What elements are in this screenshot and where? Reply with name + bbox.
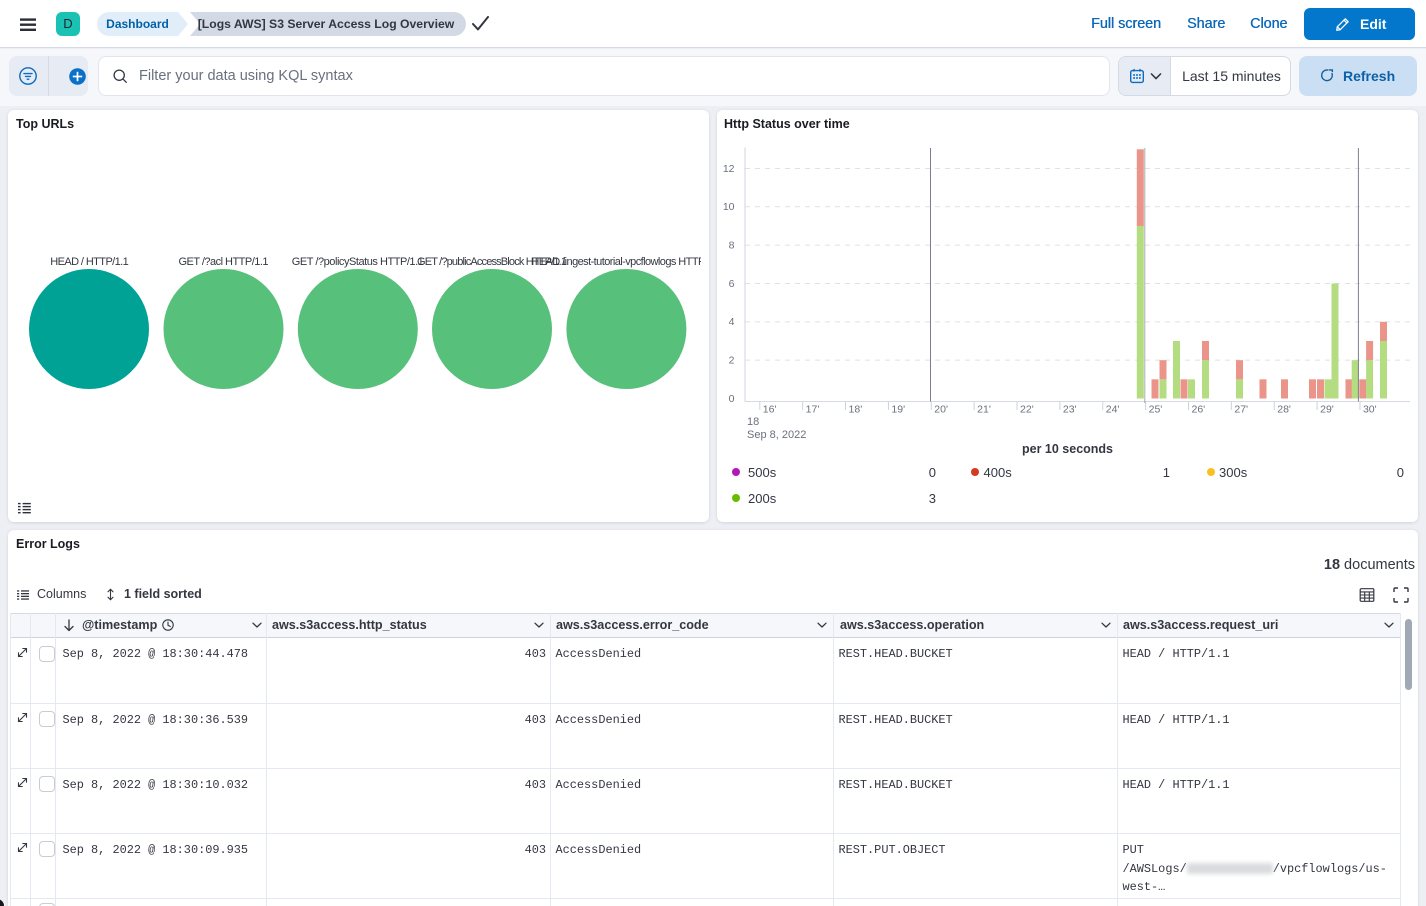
svg-text:HEAD / HTTP/1.1: HEAD / HTTP/1.1 bbox=[50, 256, 129, 268]
svg-text:HEAD /ingest-tutorial-vpcflowl: HEAD /ingest-tutorial-vpcflowlogs HTTP/1… bbox=[531, 256, 701, 268]
svg-text:GET /?policyStatus HTTP/1.1: GET /?policyStatus HTTP/1.1 bbox=[292, 256, 424, 268]
svg-text:GET /?acl HTTP/1.1: GET /?acl HTTP/1.1 bbox=[179, 256, 269, 268]
